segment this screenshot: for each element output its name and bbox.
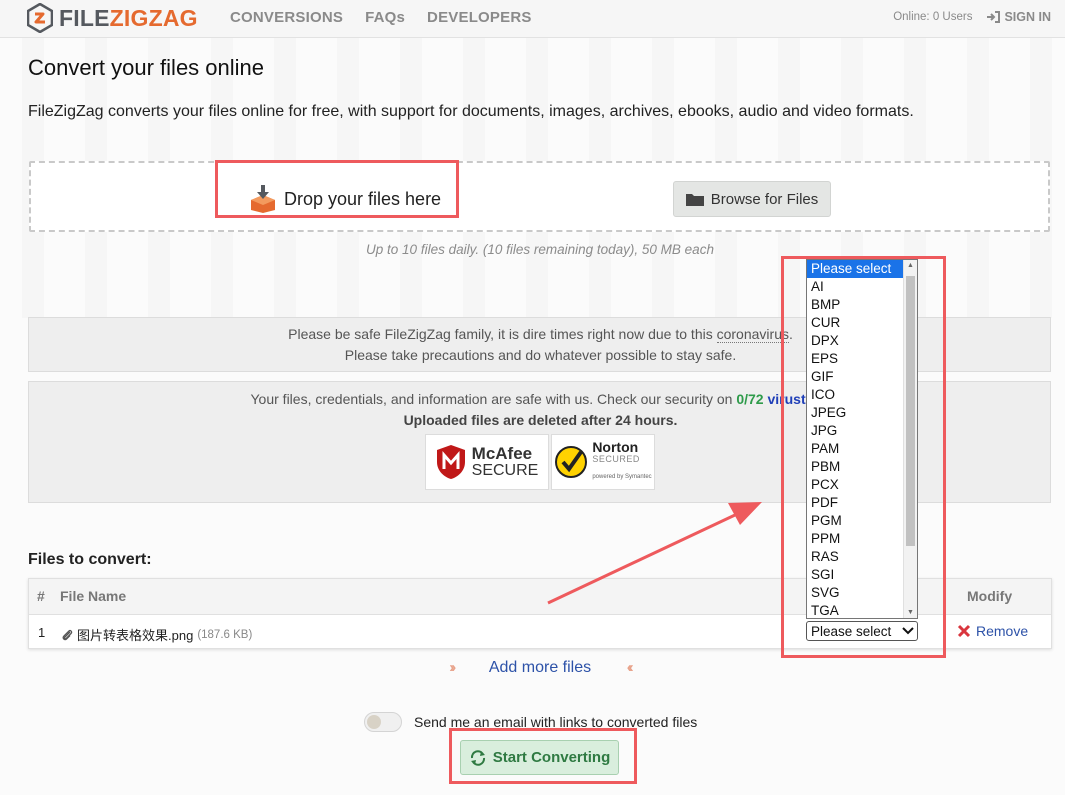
- col-number: #: [37, 588, 45, 604]
- virus-score: 0/72: [736, 391, 764, 407]
- top-header: FILEZIGZAG CONVERSIONS FAQs DEVELOPERS O…: [0, 0, 1065, 38]
- drop-files-label[interactable]: Drop your files here: [250, 185, 441, 213]
- header-right: Online: 0 Users SIGN IN: [893, 10, 1051, 24]
- dropdown-option[interactable]: BMP: [807, 296, 903, 314]
- dropdown-option[interactable]: JPG: [807, 422, 903, 440]
- dropdown-option[interactable]: DPX: [807, 332, 903, 350]
- paperclip-icon: [62, 629, 73, 640]
- convert-format-select[interactable]: Please select: [806, 621, 918, 641]
- main-nav: CONVERSIONS FAQs DEVELOPERS: [230, 9, 532, 26]
- brand-name: FILEZIGZAG: [59, 4, 198, 31]
- remove-x-icon: [957, 624, 971, 638]
- dropdown-option[interactable]: AI: [807, 278, 903, 296]
- dropdown-option[interactable]: PAM: [807, 440, 903, 458]
- dropdown-option[interactable]: CUR: [807, 314, 903, 332]
- norton-secured: SECURED: [592, 454, 640, 464]
- file-name: 图片转表格效果.png: [77, 628, 194, 643]
- zigzag-logo-icon: [27, 3, 53, 33]
- browse-files-label: Browse for Files: [710, 190, 819, 208]
- online-users: Online: 0 Users: [893, 11, 973, 23]
- remove-label: Remove: [976, 623, 1029, 639]
- norton-brand: Norton: [592, 439, 639, 455]
- scroll-up-icon[interactable]: ▲: [907, 262, 914, 269]
- norton-powered: powered by Symantec: [592, 474, 652, 480]
- drop-files-text: Drop your files here: [284, 188, 442, 209]
- norton-badge[interactable]: Norton SECURED powered by Symantec: [551, 434, 655, 490]
- format-dropdown-list[interactable]: Please select AI BMP CUR DPX EPS GIF ICO JPEG JPG…: [806, 259, 918, 619]
- coronavirus-link[interactable]: coronavirus: [716, 326, 789, 343]
- page-title: Convert your files online: [28, 55, 265, 80]
- intro-text: FileZigZag converts your files online fo…: [28, 103, 914, 120]
- dropdown-option[interactable]: PBM: [807, 458, 903, 476]
- mcafee-badge[interactable]: McAfee SECURE: [425, 434, 549, 490]
- start-converting-button[interactable]: Start Converting: [460, 740, 619, 775]
- email-option-row: Send me an email with links to converted…: [364, 712, 697, 732]
- nav-faqs[interactable]: FAQs: [365, 9, 405, 26]
- browse-files-button[interactable]: Browse for Files: [673, 181, 831, 217]
- chevron-right-icon: ››: [449, 659, 456, 676]
- notice-period: .: [788, 326, 793, 342]
- dropdown-option[interactable]: JPEG: [807, 404, 903, 422]
- chevron-left-icon: ‹‹: [626, 659, 634, 676]
- nav-developers[interactable]: DEVELOPERS: [427, 9, 532, 26]
- dropdown-option[interactable]: SGI: [807, 566, 903, 584]
- col-modify: Modify: [967, 588, 1013, 604]
- scroll-down-icon[interactable]: ▼: [907, 609, 914, 616]
- files-to-convert-title: Files to convert:: [28, 551, 152, 568]
- file-size: (187.6 KB): [197, 628, 253, 641]
- email-option-label: Send me an email with links to converted…: [414, 714, 698, 730]
- dropdown-option[interactable]: EPS: [807, 350, 903, 368]
- add-more-label[interactable]: Add more files: [489, 659, 591, 676]
- dropdown-option[interactable]: TGA: [807, 602, 903, 618]
- upload-limits: Up to 10 files daily. (10 files remainin…: [366, 242, 714, 257]
- add-more-files[interactable]: ›› Add more files ‹‹: [0, 659, 1065, 677]
- chevron-down-icon: [902, 627, 914, 635]
- dropdown-option[interactable]: SVG: [807, 584, 903, 602]
- file-name-cell: 图片转表格效果.png (187.6 KB): [61, 625, 252, 644]
- dropdown-option[interactable]: Please select: [807, 260, 903, 278]
- dropdown-option[interactable]: ICO: [807, 386, 903, 404]
- dropdown-option[interactable]: RAS: [807, 548, 903, 566]
- dropdown-option[interactable]: PCX: [807, 476, 903, 494]
- row-number: 1: [38, 625, 46, 640]
- sign-in-icon: [987, 11, 1001, 23]
- notice-text: Please be safe FileZigZag family, it is …: [288, 326, 717, 342]
- norton-check-icon: [555, 446, 588, 478]
- sign-in-link[interactable]: SIGN IN: [986, 10, 1051, 24]
- security-badges: McAfee SECURE Norton SECURED powered by …: [425, 434, 655, 490]
- drop-zone[interactable]: [29, 161, 1050, 232]
- dropdown-option[interactable]: GIF: [807, 368, 903, 386]
- folder-icon: [685, 194, 704, 206]
- dropdown-option[interactable]: PGM: [807, 512, 903, 530]
- mcafee-shield-icon: [436, 445, 465, 479]
- dropdown-option[interactable]: PPM: [807, 530, 903, 548]
- select-value: Please select: [811, 623, 892, 639]
- security-text: Your files, credentials, and information…: [250, 391, 737, 407]
- dropdown-option[interactable]: PDF: [807, 494, 903, 512]
- nav-conversions[interactable]: CONVERSIONS: [230, 9, 343, 26]
- mcafee-secure: SECURE: [471, 462, 539, 479]
- col-file-name: File Name: [60, 588, 127, 604]
- convert-arrows-icon: [470, 749, 485, 766]
- scrollbar-thumb[interactable]: [906, 276, 915, 546]
- download-box-icon: [251, 185, 275, 213]
- annotation-arrow: [547, 502, 762, 605]
- email-toggle[interactable]: [364, 712, 402, 732]
- start-converting-label: Start Converting: [492, 749, 611, 766]
- mcafee-brand: McAfee: [471, 444, 533, 463]
- dropdown-scrollbar[interactable]: ▲ ▼: [903, 260, 917, 618]
- sign-in-label: SIGN IN: [1004, 10, 1051, 24]
- remove-file-button[interactable]: Remove: [957, 623, 1028, 639]
- brand-logo[interactable]: FILEZIGZAG: [27, 3, 198, 33]
